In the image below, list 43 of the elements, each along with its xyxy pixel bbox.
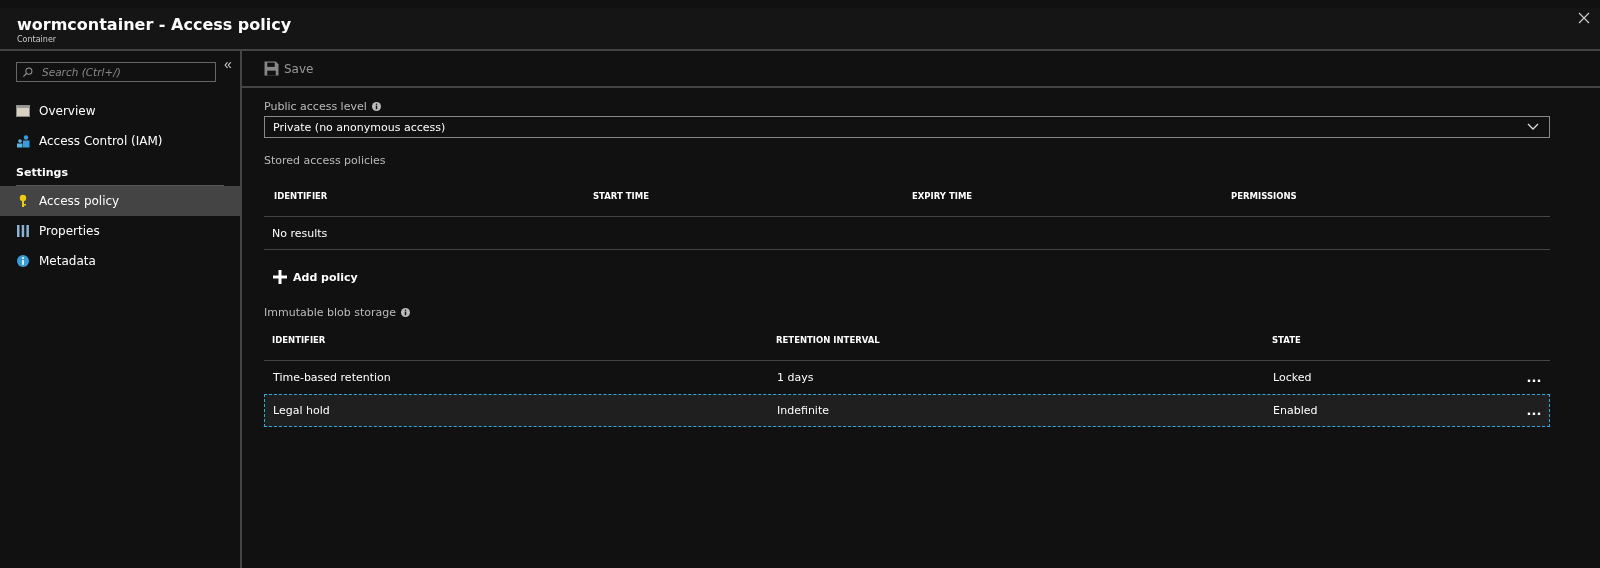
table-row[interactable]: Time-based retention 1 days Locked ... (264, 361, 1550, 394)
chevron-down-icon (1527, 123, 1539, 131)
search-icon (22, 67, 33, 78)
close-icon[interactable] (1578, 12, 1590, 24)
section-title: Stored access policies (264, 152, 387, 168)
column-header: START TIME (593, 191, 650, 201)
people-icon (16, 134, 30, 148)
info-icon (16, 254, 30, 268)
table-cell-text: Legal hold (273, 404, 331, 417)
collapse-button[interactable]: « (216, 58, 232, 70)
column-header: RETENTION INTERVAL (776, 335, 881, 345)
table-cell-text: Indefinite (777, 404, 830, 417)
column-header: PERMISSIONS (1231, 191, 1298, 201)
blade-subtitle: Container (17, 35, 58, 44)
blade-title: wormcontainer - Access policy (17, 15, 292, 34)
column-header: IDENTIFIER (272, 335, 327, 345)
window-icon (16, 104, 30, 118)
nav-item[interactable]: Access Control (IAM) (0, 126, 240, 156)
floppy-icon (264, 61, 279, 76)
nav-item[interactable]: Properties (0, 216, 240, 246)
nav-item[interactable]: Overview (0, 96, 240, 126)
field-label: Public access level (264, 99, 367, 113)
more-button[interactable]: ... (1519, 405, 1549, 416)
info-icon (401, 307, 411, 317)
table-cell-text: 1 days (777, 371, 815, 384)
table-row[interactable]: Legal hold Indefinite Enabled ... (264, 394, 1550, 427)
section-title: Immutable blob storage (264, 305, 397, 319)
add-policy-button[interactable]: Add policy (273, 270, 358, 284)
column-header: IDENTIFIER (274, 191, 329, 201)
more-button[interactable]: ... (1519, 372, 1549, 383)
table-cell-text: Locked (1273, 371, 1313, 384)
nav-item[interactable]: Access policy (0, 186, 240, 216)
access-level-dropdown[interactable]: Private (no anonymous access) (264, 116, 1550, 138)
nav-item[interactable]: Metadata (0, 246, 240, 276)
columns-icon (16, 224, 30, 238)
table-cell-text: Enabled (1273, 404, 1319, 417)
empty-message: No results (272, 226, 328, 240)
column-header: EXPIRY TIME (912, 191, 974, 201)
search-field[interactable]: Search (Ctrl+/) (16, 62, 216, 82)
table-cell-text: Time-based retention (273, 371, 392, 384)
plus-icon (273, 270, 287, 284)
info-icon (371, 101, 381, 111)
column-header: STATE (1272, 335, 1302, 345)
